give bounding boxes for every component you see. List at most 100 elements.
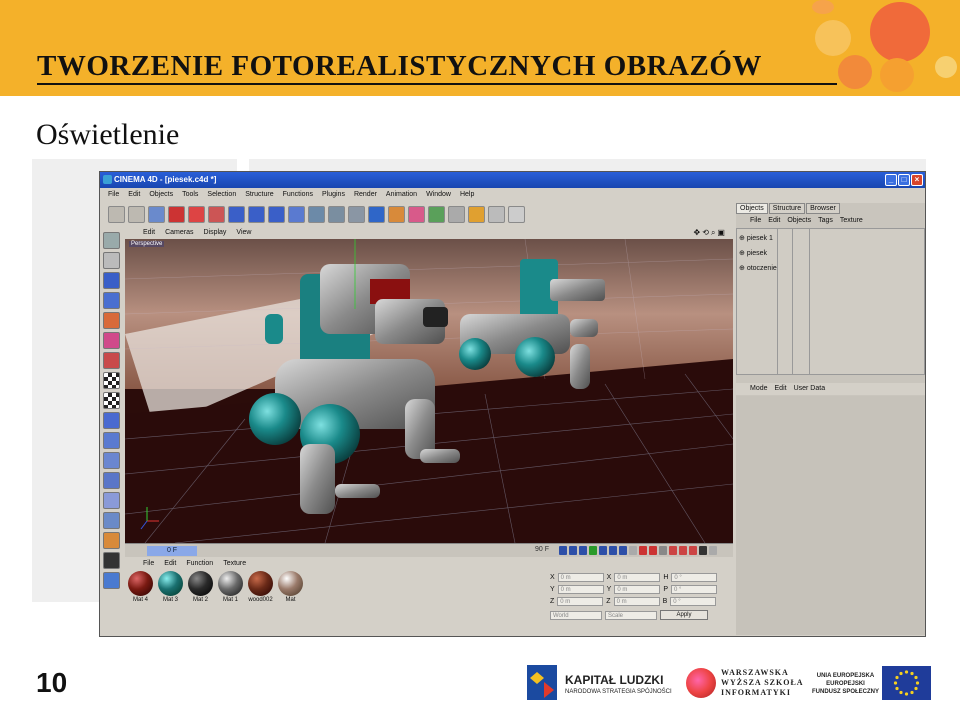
object-mode-icon[interactable] <box>103 272 120 289</box>
workplane-icon[interactable] <box>103 472 120 489</box>
play-icon[interactable] <box>599 546 607 555</box>
coord-mode-select[interactable]: Scale <box>605 610 657 620</box>
paint-icon[interactable] <box>103 512 120 529</box>
edges-mode-icon[interactable] <box>103 312 120 329</box>
deformer-icon[interactable] <box>428 205 445 223</box>
material-menu-edit[interactable]: Edit <box>164 560 176 570</box>
coord-field[interactable]: 0 m <box>613 596 660 606</box>
menu-plugins[interactable]: Plugins <box>322 191 345 201</box>
move-icon[interactable] <box>168 205 185 223</box>
material-item[interactable]: wood002 <box>248 571 273 611</box>
checker-icon[interactable] <box>103 392 120 409</box>
am-menu-user-data[interactable]: User Data <box>794 385 826 395</box>
spline-icon[interactable] <box>388 205 405 223</box>
snap-icon[interactable] <box>103 412 120 429</box>
coord-field[interactable]: 0 m <box>557 572 604 582</box>
cube-icon[interactable] <box>368 205 385 223</box>
apply-button[interactable]: Apply <box>660 610 708 620</box>
menu-structure[interactable]: Structure <box>245 191 273 201</box>
material-item[interactable]: Mat <box>278 571 303 611</box>
maximize-button[interactable]: □ <box>898 174 910 186</box>
render-view-icon[interactable] <box>308 205 325 223</box>
rotate-key-icon[interactable] <box>679 546 687 555</box>
coord-field[interactable]: 0 ° <box>671 584 718 594</box>
om-menu-tags[interactable]: Tags <box>818 217 833 227</box>
material-item[interactable]: Mat 3 <box>158 571 183 611</box>
rotate-icon[interactable] <box>208 205 225 223</box>
menu-selection[interactable]: Selection <box>207 191 236 201</box>
object-row[interactable]: ⊕ otoczenie <box>739 264 777 272</box>
record-icon[interactable] <box>639 546 647 555</box>
material-menu-file[interactable]: File <box>143 560 154 570</box>
om-menu-texture[interactable]: Texture <box>840 217 863 227</box>
material-item[interactable]: Mat 4 <box>128 571 153 611</box>
tab-structure[interactable]: Structure <box>768 203 806 214</box>
points-mode-icon[interactable] <box>103 292 120 309</box>
undo-icon[interactable] <box>108 205 125 223</box>
material-item[interactable]: Mat 2 <box>188 571 213 611</box>
viewport-menu-cameras[interactable]: Cameras <box>165 229 193 239</box>
light-icon[interactable] <box>468 205 485 223</box>
magnet-icon[interactable] <box>103 432 120 449</box>
go-start-icon[interactable] <box>559 546 567 555</box>
am-menu-mode[interactable]: Mode <box>750 385 768 395</box>
param-key-icon[interactable] <box>699 546 707 555</box>
prev-key-icon[interactable] <box>569 546 577 555</box>
nurbs-icon[interactable] <box>408 205 425 223</box>
prev-frame-icon[interactable] <box>579 546 587 555</box>
om-menu-file[interactable]: File <box>750 217 761 227</box>
menu-render[interactable]: Render <box>354 191 377 201</box>
menu-tools[interactable]: Tools <box>182 191 198 201</box>
tab-objects[interactable]: Objects <box>736 203 768 214</box>
menu-edit[interactable]: Edit <box>128 191 140 201</box>
material-item[interactable]: Mat 1 <box>218 571 243 611</box>
axis-x-icon[interactable] <box>228 205 245 223</box>
perspective-viewport[interactable]: Perspective <box>125 239 733 543</box>
sculpt-icon[interactable] <box>103 552 120 569</box>
stop-icon[interactable] <box>589 546 597 555</box>
key-icon[interactable] <box>659 546 667 555</box>
viewport-layout-icon[interactable] <box>103 232 120 249</box>
axis-icon[interactable] <box>103 492 120 509</box>
coord-field[interactable]: 0 m <box>557 584 604 594</box>
check-icon[interactable] <box>103 572 120 589</box>
material-menu-texture[interactable]: Texture <box>223 560 246 570</box>
next-frame-icon[interactable] <box>609 546 617 555</box>
axis-y-icon[interactable] <box>248 205 265 223</box>
coord-field[interactable]: 0 ° <box>671 572 718 582</box>
sound-icon[interactable] <box>629 546 637 555</box>
current-frame-field[interactable]: 0 F <box>147 546 197 556</box>
coord-field[interactable]: 0 ° <box>670 596 717 606</box>
checker-icon[interactable] <box>103 372 120 389</box>
am-menu-edit[interactable]: Edit <box>775 385 787 395</box>
viewport-menu-edit[interactable]: Edit <box>143 229 155 239</box>
coord-system-icon[interactable] <box>288 205 305 223</box>
context-help-icon[interactable] <box>508 205 525 223</box>
model-mode-icon[interactable] <box>103 252 120 269</box>
move-key-icon[interactable] <box>669 546 677 555</box>
select-icon[interactable] <box>148 205 165 223</box>
menu-functions[interactable]: Functions <box>283 191 313 201</box>
scale-key-icon[interactable] <box>689 546 697 555</box>
measure-icon[interactable] <box>103 452 120 469</box>
brush-icon[interactable] <box>103 532 120 549</box>
menu-objects[interactable]: Objects <box>149 191 173 201</box>
close-button[interactable]: × <box>911 174 923 186</box>
coord-system-select[interactable]: World <box>550 610 602 620</box>
viewport-menu-display[interactable]: Display <box>203 229 226 239</box>
coord-field[interactable]: 0 m <box>614 584 661 594</box>
viewport-nav-icons[interactable]: ✥⟲⌕▣ <box>694 228 727 238</box>
scale-icon[interactable] <box>188 205 205 223</box>
coord-field[interactable]: 0 m <box>614 572 661 582</box>
polygons-mode-icon[interactable] <box>103 332 120 349</box>
menu-help[interactable]: Help <box>460 191 474 201</box>
record-auto-icon[interactable] <box>649 546 657 555</box>
viewport-menu-view[interactable]: View <box>236 229 251 239</box>
render-settings-icon[interactable] <box>348 205 365 223</box>
object-row[interactable]: ⊕ piesek <box>739 249 767 257</box>
object-row[interactable]: ⊕ piesek 1 <box>739 234 773 242</box>
om-menu-objects[interactable]: Objects <box>787 217 811 227</box>
menu-window[interactable]: Window <box>426 191 451 201</box>
menu-file[interactable]: File <box>108 191 119 201</box>
render-region-icon[interactable] <box>328 205 345 223</box>
